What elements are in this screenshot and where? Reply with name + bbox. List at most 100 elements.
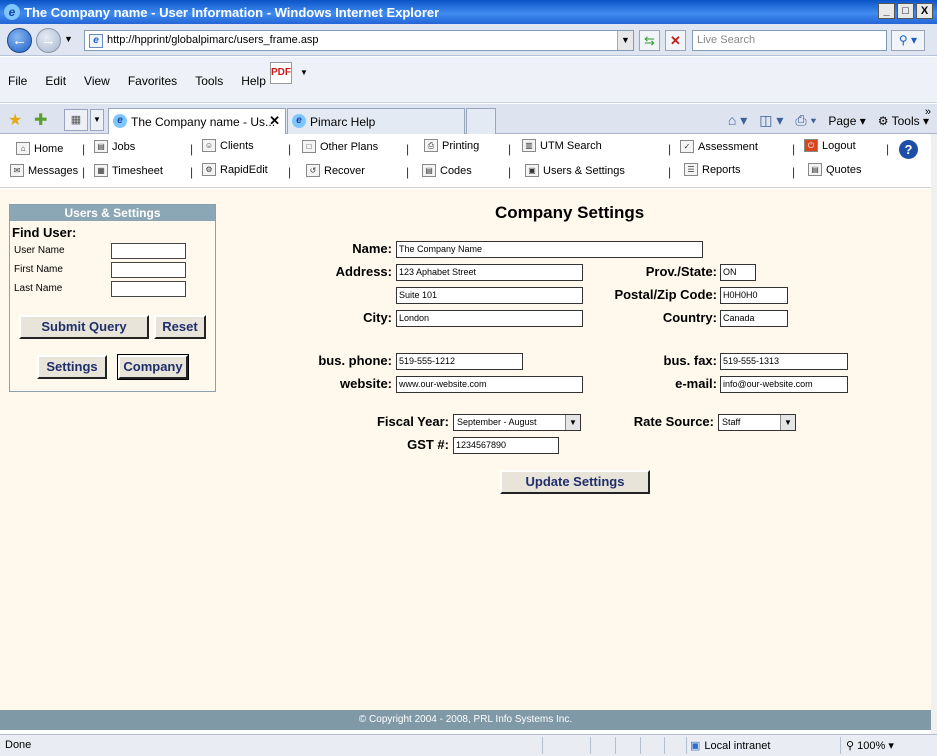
tab-user-information[interactable]: e The Company name - Us... ✕: [108, 108, 286, 135]
menu-help[interactable]: Help: [239, 73, 268, 89]
address-line2-input[interactable]: Suite 101: [396, 287, 583, 304]
feeds-icon[interactable]: ◫ ▾: [759, 112, 783, 129]
prov-state-input[interactable]: ON: [720, 264, 756, 281]
status-bar: Done ▣ Local intranet ⚲ 100% ▾: [0, 734, 937, 756]
search-button[interactable]: ⚲ ▾: [891, 30, 925, 51]
history-dropdown-icon[interactable]: ▼: [64, 34, 73, 44]
menu-tools[interactable]: Tools: [193, 73, 225, 89]
country-input[interactable]: Canada: [720, 310, 788, 327]
search-input[interactable]: Live Search: [692, 30, 887, 51]
users-settings-panel: Users & Settings Find User: User Name Fi…: [9, 204, 216, 392]
settings-button[interactable]: Settings: [37, 355, 107, 379]
close-window-button[interactable]: X: [916, 3, 933, 19]
nav-users-settings[interactable]: ▣ Users & Settings: [525, 164, 625, 177]
pdf-dropdown-icon[interactable]: ▼: [300, 68, 308, 77]
reset-button[interactable]: Reset: [154, 315, 206, 339]
nav-logout-label: Logout: [822, 139, 856, 152]
city-input[interactable]: London: [396, 310, 583, 327]
nav-recover[interactable]: ↺ Recover: [306, 164, 365, 177]
email-input[interactable]: info@our-website.com: [720, 376, 848, 393]
search-icon: ⚲ ▾: [898, 33, 918, 47]
codes-icon: ▤: [422, 164, 436, 177]
help-icon[interactable]: ?: [899, 140, 918, 159]
menu-favorites[interactable]: Favorites: [126, 73, 179, 89]
nav-logout[interactable]: ⏻ Logout: [804, 139, 856, 152]
close-tab-icon[interactable]: ✕: [269, 113, 280, 129]
nav-quotes[interactable]: ▤ Quotes: [808, 163, 861, 176]
print-icon[interactable]: ⎙ ▾: [795, 112, 816, 129]
add-favorite-icon[interactable]: ✚: [34, 110, 47, 130]
nav-printing[interactable]: ⎙ Printing: [424, 139, 479, 152]
stop-button[interactable]: ✕: [665, 30, 686, 51]
menu-edit[interactable]: Edit: [43, 73, 68, 89]
first-name-input[interactable]: [111, 262, 186, 278]
zoom-control[interactable]: ⚲ 100% ▾: [846, 739, 894, 752]
gst-input[interactable]: 1234567890: [453, 437, 559, 454]
fiscal-year-select[interactable]: September - August ▼: [453, 414, 581, 431]
refresh-icon: ⇆: [644, 33, 655, 48]
user-name-input[interactable]: [111, 243, 186, 259]
menu-view[interactable]: View: [82, 73, 112, 89]
quick-tabs-icon: ▦: [70, 114, 82, 126]
nav-separator: |: [190, 165, 194, 179]
tab-list-dropdown-icon[interactable]: ▼: [90, 109, 104, 131]
nav-clients[interactable]: ☺ Clients: [202, 139, 254, 152]
refresh-button[interactable]: ⇆: [639, 30, 660, 51]
nav-separator: |: [508, 142, 512, 156]
nav-timesheet[interactable]: ▦ Timesheet: [94, 164, 163, 177]
nav-separator: |: [792, 142, 796, 156]
nav-home[interactable]: ⌂ Home: [16, 142, 63, 155]
nav-utm-search[interactable]: ▥ UTM Search: [522, 139, 602, 152]
nav-jobs[interactable]: ▤ Jobs: [94, 140, 135, 153]
fiscal-year-label: Fiscal Year:: [376, 414, 449, 429]
nav-codes[interactable]: ▤ Codes: [422, 164, 472, 177]
clients-icon: ☺: [202, 139, 216, 152]
nav-messages[interactable]: ✉ Messages: [10, 164, 78, 177]
security-zone[interactable]: ▣ Local intranet: [690, 739, 770, 753]
website-input[interactable]: www.our-website.com: [396, 376, 583, 393]
pdf-icon[interactable]: PDF: [270, 62, 292, 84]
nav-codes-label: Codes: [440, 164, 472, 177]
favorites-star-icon[interactable]: ★: [8, 110, 22, 130]
user-name-label: User Name: [14, 245, 65, 256]
submit-query-button[interactable]: Submit Query: [19, 315, 149, 339]
vertical-scrollbar[interactable]: [931, 134, 937, 734]
last-name-input[interactable]: [111, 281, 186, 297]
update-settings-button[interactable]: Update Settings: [500, 470, 650, 494]
rate-source-value: Staff: [722, 417, 741, 427]
back-button[interactable]: ←: [7, 28, 32, 53]
nav-separator: |: [886, 142, 890, 156]
quick-tabs-button[interactable]: ▦: [64, 109, 88, 131]
tools-menu[interactable]: ⚙ Tools ▾: [878, 114, 929, 128]
page-content: ⌂ Home | ▤ Jobs | ☺ Clients | □ Other Plans …: [0, 134, 931, 734]
nav-other-plans-label: Other Plans: [320, 140, 379, 153]
menu-file[interactable]: File: [6, 73, 29, 89]
nav-assessment[interactable]: ✓ Assessment: [680, 140, 758, 153]
address-input[interactable]: e http://hpprint/globalpimarc/users_fram…: [84, 30, 634, 51]
address-line1-input[interactable]: 123 Aphabet Street: [396, 264, 583, 281]
nav-utm-search-label: UTM Search: [540, 139, 602, 152]
minimize-button[interactable]: _: [878, 3, 895, 19]
rate-source-select[interactable]: Staff ▼: [718, 414, 796, 431]
bus-phone-input[interactable]: 519-555-1212: [396, 353, 523, 370]
tab-pimarc-help[interactable]: e Pimarc Help: [287, 108, 465, 134]
rapidedit-icon: ⚙: [202, 163, 216, 176]
new-tab-button[interactable]: [466, 108, 496, 134]
more-commands-icon[interactable]: »: [925, 106, 931, 118]
nav-reports[interactable]: ☰ Reports: [684, 163, 741, 176]
nav-other-plans[interactable]: □ Other Plans: [302, 140, 378, 153]
maximize-button[interactable]: □: [897, 3, 914, 19]
postal-code-input[interactable]: H0H0H0: [720, 287, 788, 304]
page-menu[interactable]: Page ▾: [828, 114, 865, 128]
nav-separator: |: [668, 142, 672, 156]
name-input[interactable]: The Company Name: [396, 241, 703, 258]
bus-fax-input[interactable]: 519-555-1313: [720, 353, 848, 370]
nav-separator: |: [288, 165, 292, 179]
nav-rapidedit[interactable]: ⚙ RapidEdit: [202, 163, 268, 176]
address-dropdown-icon[interactable]: ▼: [617, 31, 633, 50]
app-navigation: ⌂ Home | ▤ Jobs | ☺ Clients | □ Other Plans …: [0, 134, 931, 188]
home-icon[interactable]: ⌂ ▾: [728, 112, 747, 129]
company-button[interactable]: Company: [117, 354, 189, 380]
panel-title: Users & Settings: [10, 205, 215, 221]
forward-button[interactable]: →: [36, 28, 61, 53]
